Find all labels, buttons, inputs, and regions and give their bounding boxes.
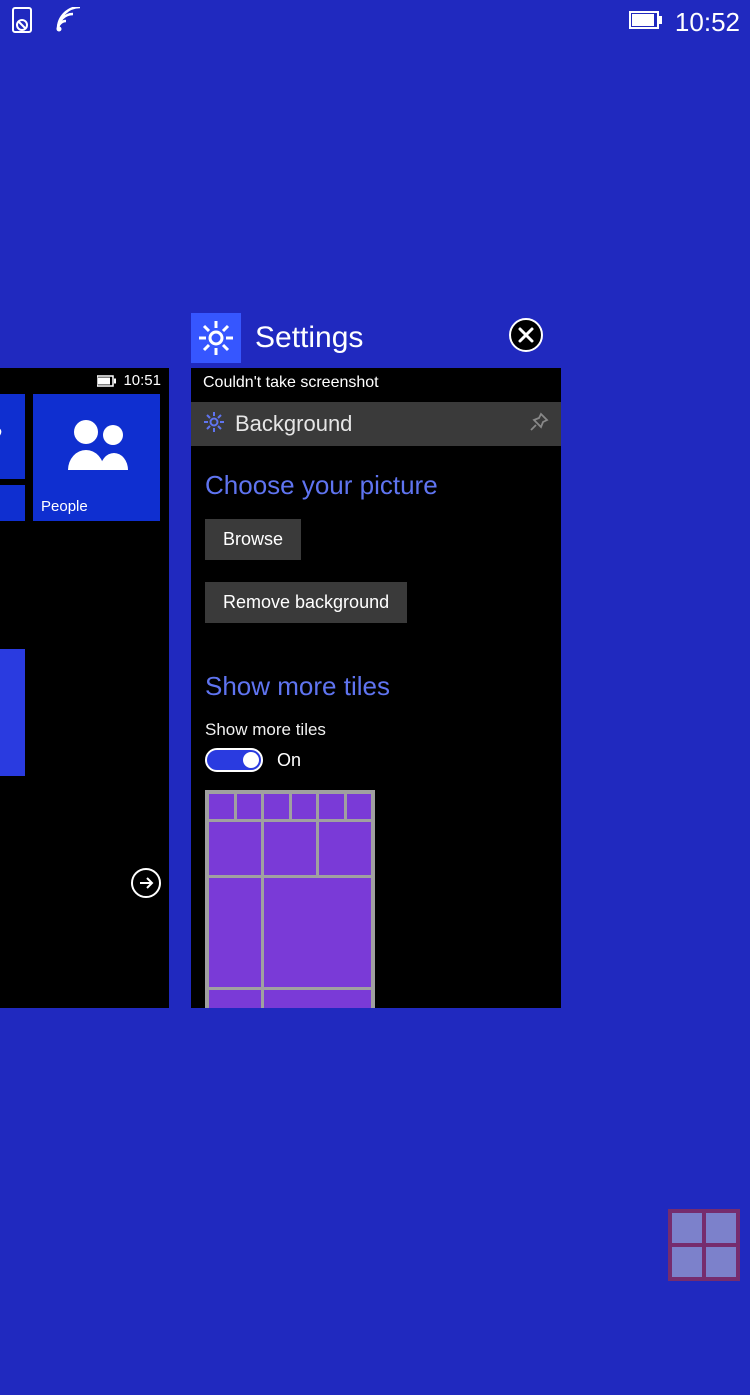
watermark-logo-icon [668,1209,740,1281]
all-apps-arrow [131,868,161,898]
pin-icon[interactable] [529,412,549,437]
settings-section-header[interactable]: Background [191,402,561,446]
gear-icon [197,319,235,357]
close-icon [517,326,535,344]
show-more-tiles-heading: Show more tiles [205,671,547,702]
remove-background-button[interactable]: Remove background [205,582,407,623]
battery-icon [629,10,663,35]
battery-icon [97,375,117,387]
rotation-lock-icon [10,5,36,40]
tile-store [0,485,25,521]
start-card-time: 10:51 [123,372,161,389]
tile-blank [0,649,25,776]
tile-people: People [33,394,160,521]
show-more-tiles-label: Show more tiles [205,720,547,740]
task-card-settings[interactable]: Settings Couldn't take screenshot Backgr… [191,308,561,1008]
preview-tile-text: Aa [209,990,261,1008]
show-more-tiles-toggle[interactable] [205,748,263,772]
choose-picture-heading: Choose your picture [205,470,547,501]
arrow-right-icon [138,875,154,891]
status-bar: 10:52 [0,0,750,44]
close-task-button[interactable] [509,318,543,352]
gear-icon [203,411,225,438]
people-icon [58,414,136,472]
start-card-statusbar: 10:51 [97,372,161,389]
watermark: windowsmania.pl [630,1193,750,1333]
tile-people-label: People [41,498,88,515]
toggle-state-label: On [277,750,301,771]
settings-section-title: Background [235,411,519,437]
task-card-body: Couldn't take screenshot Background Choo… [191,368,561,1008]
tile-layout-preview: Aa [205,790,375,1008]
wifi-icon [56,7,90,38]
toast-message: Couldn't take screenshot [191,368,561,402]
task-switcher[interactable]: 10:51 People [0,308,561,1008]
task-card-start[interactable]: 10:51 People [0,368,169,1008]
ie-icon [0,417,3,457]
task-card-header: Settings [191,308,561,368]
settings-app-icon [191,313,241,363]
clock: 10:52 [675,7,740,38]
task-card-title: Settings [255,321,363,355]
browse-button[interactable]: Browse [205,519,301,560]
tile-internet-explorer [0,394,25,479]
